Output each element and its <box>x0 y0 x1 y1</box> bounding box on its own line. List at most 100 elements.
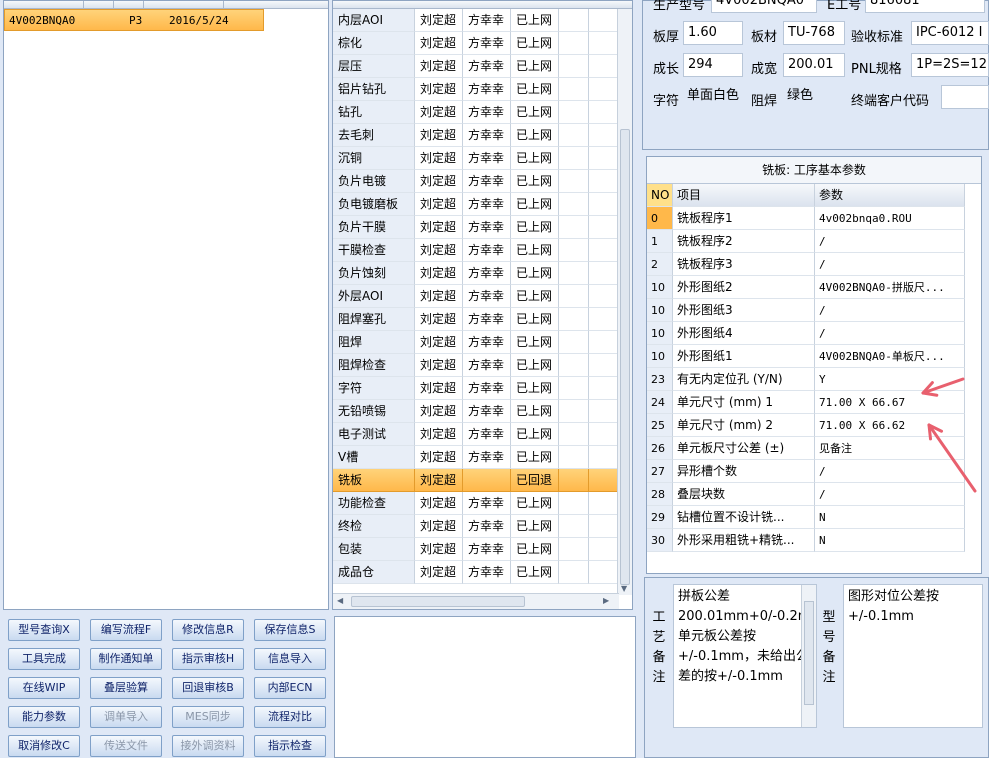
action-button-5[interactable]: 制作通知单 <box>90 648 162 670</box>
action-button-17[interactable]: 传送文件 <box>90 735 162 757</box>
milling-row[interactable]: 28 叠层块数 / <box>647 483 965 506</box>
process-row[interactable]: 外层AOI 刘定超 方幸幸 已上网 <box>333 285 619 308</box>
milling-item: 异形槽个数 <box>673 460 815 483</box>
process-row[interactable]: 包装 刘定超 方幸幸 已上网 <box>333 538 619 561</box>
action-button-16[interactable]: 取消修改C <box>8 735 80 757</box>
process-row[interactable]: 沉铜 刘定超 方幸幸 已上网 <box>333 147 619 170</box>
action-button-6[interactable]: 指示审核H <box>172 648 244 670</box>
action-button-2[interactable]: 修改信息R <box>172 619 244 641</box>
char-field[interactable]: 单面白色 <box>683 85 747 109</box>
milling-row[interactable]: 10 外形图纸3/ <box>647 299 965 322</box>
action-button-12[interactable]: 能力参数 <box>8 706 80 728</box>
milling-header-2[interactable]: 参数 <box>815 184 965 207</box>
process-extra-cell <box>559 285 589 308</box>
process-row[interactable]: 功能检查 刘定超 方幸幸 已上网 <box>333 492 619 515</box>
action-button-14[interactable]: MES同步 <box>172 706 244 728</box>
process-note-scrollbar[interactable] <box>801 585 816 727</box>
process-row[interactable]: 铝片钻孔 刘定超 方幸幸 已上网 <box>333 78 619 101</box>
milling-row[interactable]: 10 外形图纸1 4V002BNQA0-单板尺... <box>647 345 965 368</box>
process-row[interactable]: 负片干膜 刘定超 方幸幸 已上网 <box>333 216 619 239</box>
process-vertical-scrollbar[interactable]: ▼ <box>617 9 632 595</box>
action-button-8[interactable]: 在线WIP <box>8 677 80 699</box>
process-row[interactable]: 终检 刘定超 方幸幸 已上网 <box>333 515 619 538</box>
milling-row[interactable]: 29 钻槽位置不设计铣... N <box>647 506 965 529</box>
eng-field[interactable]: 816081 <box>865 0 985 13</box>
scroll-left-icon[interactable]: ◀ <box>337 596 343 605</box>
action-button-7[interactable]: 信息导入 <box>254 648 326 670</box>
customer-field[interactable] <box>941 85 989 109</box>
scroll-down-icon[interactable]: ▼ <box>621 584 627 593</box>
material-field[interactable]: TU-768 <box>783 21 845 45</box>
process-row[interactable]: 无铅喷锡 刘定超 方幸幸 已上网 <box>333 400 619 423</box>
process-row[interactable]: 阻焊塞孔 刘定超 方幸幸 已上网 <box>333 308 619 331</box>
process-row[interactable]: 去毛刺 刘定超 方幸幸 已上网 <box>333 124 619 147</box>
milling-row[interactable]: 1 铣板程序2/ <box>647 230 965 253</box>
process-extra-cell <box>589 147 619 170</box>
model-note-text[interactable]: 图形对位公差按+/-0.1mm <box>843 584 983 728</box>
process-row[interactable]: 铣板 刘定超 已回退 <box>333 469 619 492</box>
width-field[interactable]: 200.01 <box>783 53 845 77</box>
process-row[interactable]: 内层AOI 刘定超 方幸幸 已上网 <box>333 9 619 32</box>
process-row[interactable]: 钻孔 刘定超 方幸幸 已上网 <box>333 101 619 124</box>
process-row[interactable]: 阻焊检查 刘定超 方幸幸 已上网 <box>333 354 619 377</box>
process-author: 刘定超 <box>415 469 463 492</box>
standard-field[interactable]: IPC-6012 I <box>911 21 989 45</box>
milling-row[interactable]: 26 单元板尺寸公差 (±) 见备注 <box>647 437 965 460</box>
process-row[interactable]: 干膜检查 刘定超 方幸幸 已上网 <box>333 239 619 262</box>
process-row[interactable]: 字符 刘定超 方幸幸 已上网 <box>333 377 619 400</box>
action-button-11[interactable]: 内部ECN <box>254 677 326 699</box>
action-button-10[interactable]: 回退审核B <box>172 677 244 699</box>
milling-row[interactable]: 27 异形槽个数 / <box>647 460 965 483</box>
process-row[interactable]: 成品仓 刘定超 方幸幸 已上网 <box>333 561 619 584</box>
note-scroll-thumb[interactable] <box>804 601 814 705</box>
pnl-field[interactable]: 1P=2S=12U <box>911 53 989 77</box>
action-button-0[interactable]: 型号查询X <box>8 619 80 641</box>
process-name: 包装 <box>333 538 415 561</box>
process-row[interactable]: 负片电镀 刘定超 方幸幸 已上网 <box>333 170 619 193</box>
milling-row[interactable]: 0 铣板程序1 4v002bnqa0.ROU <box>647 207 965 230</box>
milling-header-1[interactable]: 项目 <box>673 184 815 207</box>
process-row[interactable]: 负电镀磨板 刘定超 方幸幸 已上网 <box>333 193 619 216</box>
header-stage[interactable] <box>114 1 144 9</box>
milling-row[interactable]: 10 外形图纸2 4V002BNQA0-拼版尺... <box>647 276 965 299</box>
header-date[interactable] <box>144 1 224 9</box>
process-note-text[interactable]: 拼板公差200.01mm+0/-0.2mmx294.00mm+/-0.1mm，单… <box>673 584 817 728</box>
model-field[interactable]: 4V002BNQA0 <box>711 0 817 13</box>
process-row[interactable]: 层压 刘定超 方幸幸 已上网 <box>333 55 619 78</box>
milling-row[interactable]: 25 单元尺寸 (mm) 2 71.00 X 66.62 <box>647 414 965 437</box>
action-button-3[interactable]: 保存信息S <box>254 619 326 641</box>
action-button-9[interactable]: 叠层验算 <box>90 677 162 699</box>
milling-row[interactable]: 2 铣板程序3/ <box>647 253 965 276</box>
vertical-scroll-thumb[interactable] <box>620 129 630 585</box>
action-button-4[interactable]: 工具完成 <box>8 648 80 670</box>
process-horizontal-scrollbar[interactable]: ◀ ▶ <box>333 593 619 609</box>
action-button-18[interactable]: 接外调资料 <box>172 735 244 757</box>
action-button-1[interactable]: 编写流程F <box>90 619 162 641</box>
process-row[interactable]: 电子测试 刘定超 方幸幸 已上网 <box>333 423 619 446</box>
process-row[interactable]: V槽 刘定超 方幸幸 已上网 <box>333 446 619 469</box>
horizontal-scroll-thumb[interactable] <box>351 596 525 607</box>
milling-row[interactable]: 24 单元尺寸 (mm) 1 71.00 X 66.67 <box>647 391 965 414</box>
process-name: 沉铜 <box>333 147 415 170</box>
header-version[interactable] <box>84 1 114 9</box>
header-model[interactable] <box>4 1 84 9</box>
process-row[interactable]: 负片蚀刻 刘定超 方幸幸 已上网 <box>333 262 619 285</box>
action-button-19[interactable]: 指示检查 <box>254 735 326 757</box>
milling-header-0[interactable]: NO <box>647 184 673 207</box>
milling-row[interactable]: 30 外形采用粗铣+精铣... N <box>647 529 965 552</box>
action-button-13[interactable]: 调单导入 <box>90 706 162 728</box>
scroll-right-icon[interactable]: ▶ <box>603 596 609 605</box>
process-extra-cell <box>559 193 589 216</box>
process-reviewer: 方幸幸 <box>463 55 511 78</box>
mask-field[interactable]: 绿色 <box>783 85 845 109</box>
milling-row[interactable]: 23 有无内定位孔 (Y/N) Y <box>647 368 965 391</box>
milling-row[interactable]: 10 外形图纸4/ <box>647 322 965 345</box>
model-row[interactable]: 4V002BNQA0 P3 2016/5/24 <box>4 9 264 31</box>
process-row[interactable]: 阻焊 刘定超 方幸幸 已上网 <box>333 331 619 354</box>
length-field[interactable]: 294 <box>683 53 743 77</box>
process-name: 负片蚀刻 <box>333 262 415 285</box>
milling-item: 外形图纸1 <box>673 345 815 368</box>
process-row[interactable]: 棕化 刘定超 方幸幸 已上网 <box>333 32 619 55</box>
action-button-15[interactable]: 流程对比 <box>254 706 326 728</box>
thickness-field[interactable]: 1.60 <box>683 21 743 45</box>
